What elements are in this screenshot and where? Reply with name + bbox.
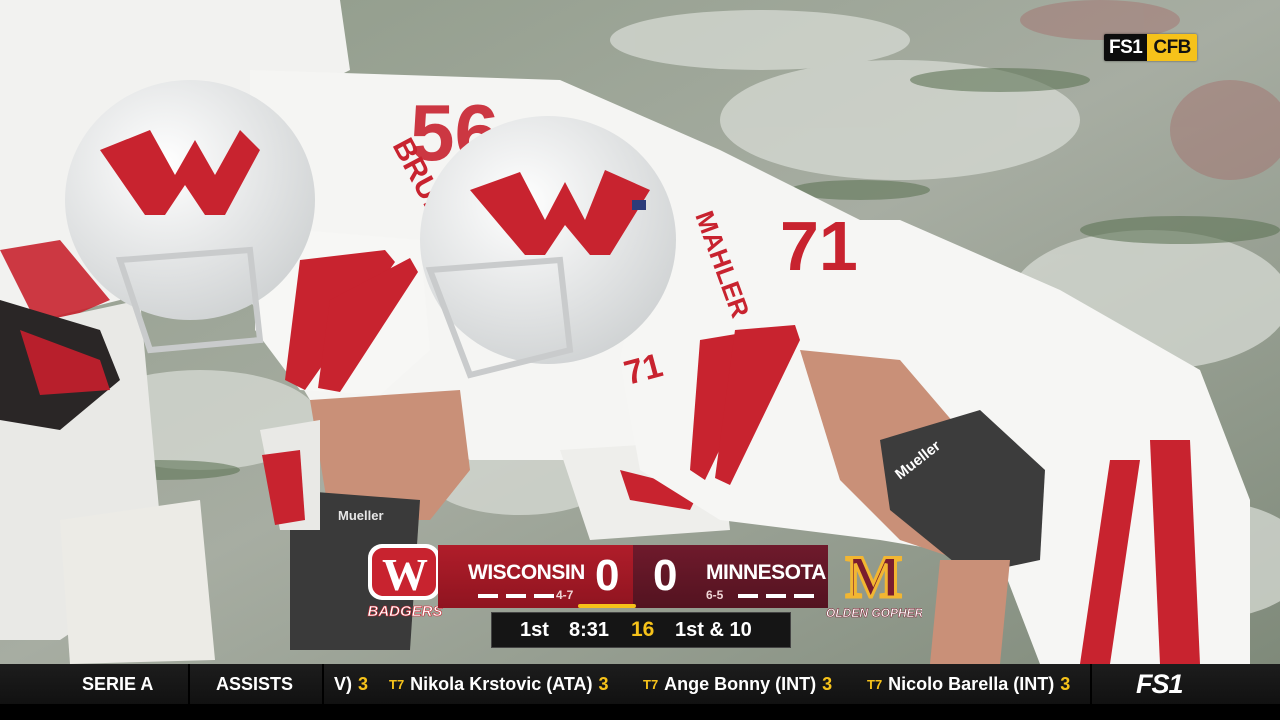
down-and-distance: 1st & 10 <box>675 618 752 641</box>
quarter: 1st <box>520 618 549 641</box>
ticker-value: 3 <box>822 673 833 694</box>
away-team-panel: WISCONSIN 4-7 0 <box>438 545 633 608</box>
ticker-entry: T7 Nicolo Barella (INT) 3 <box>867 664 1070 704</box>
ticker-network-logo: FS1 <box>1136 668 1184 699</box>
home-team-record: 6-5 <box>706 588 724 602</box>
ticker-league: SERIE A <box>82 673 154 694</box>
away-timeouts <box>478 594 554 598</box>
ticker-divider <box>188 664 190 704</box>
ticker-entry: V) 3 <box>328 664 368 704</box>
ticker-value: 3 <box>1060 673 1071 694</box>
right-jersey-number-back: 71 <box>780 207 858 285</box>
game-clock: 8:31 <box>569 618 610 641</box>
ticker-player: Nicolo Barella (INT) <box>888 673 1055 694</box>
home-score: 0 <box>653 551 678 600</box>
away-score: 0 <box>595 551 620 600</box>
network-bug-fs1: FS1 <box>1104 34 1148 61</box>
ticker-divider <box>1090 664 1092 704</box>
ticker-bottom-strip <box>0 704 1280 720</box>
bottom-ticker: SERIE A ASSISTS V) 3 T7 Nikola Krstovic … <box>0 664 1280 704</box>
ticker-player: V) <box>334 673 352 694</box>
home-team-logo: M GOLDEN GOPHERS <box>826 545 922 620</box>
play-clock: 16 <box>631 618 655 641</box>
ticker-rank: T7 <box>867 676 883 692</box>
home-team-name: MINNESOTA <box>706 561 826 584</box>
ticker-entry: T7 Ange Bonny (INT) 3 <box>643 664 832 704</box>
away-team-logo: W BADGERS <box>367 544 443 620</box>
ticker-category: ASSISTS <box>216 673 294 694</box>
ticker-player: Ange Bonny (INT) <box>664 673 817 694</box>
possession-indicator <box>578 604 636 608</box>
ticker-player: Nikola Krstovic (ATA) <box>410 673 593 694</box>
ticker-value: 3 <box>358 673 369 694</box>
ticker-divider <box>322 664 324 704</box>
game-situation-bar: 1st 8:31 16 1st & 10 <box>491 612 791 648</box>
away-logo-text: BADGERS <box>367 603 442 620</box>
network-bug-cfb: CFB <box>1147 34 1197 61</box>
network-bug: FS1 CFB <box>1104 34 1197 61</box>
ticker-rank: T7 <box>643 676 659 692</box>
away-team-name: WISCONSIN <box>468 561 585 584</box>
away-logo-letter: W <box>382 549 428 600</box>
left-sleeve-brand: Mueller <box>338 508 384 523</box>
home-logo-letter: M <box>846 545 903 610</box>
ticker-value: 3 <box>598 673 609 694</box>
ticker-rank: T7 <box>389 676 405 692</box>
away-team-record: 4-7 <box>556 588 574 602</box>
home-logo-text: GOLDEN GOPHERS <box>826 606 922 620</box>
home-timeouts <box>738 594 814 598</box>
ticker-entry: T7 Nikola Krstovic (ATA) 3 <box>389 664 609 704</box>
